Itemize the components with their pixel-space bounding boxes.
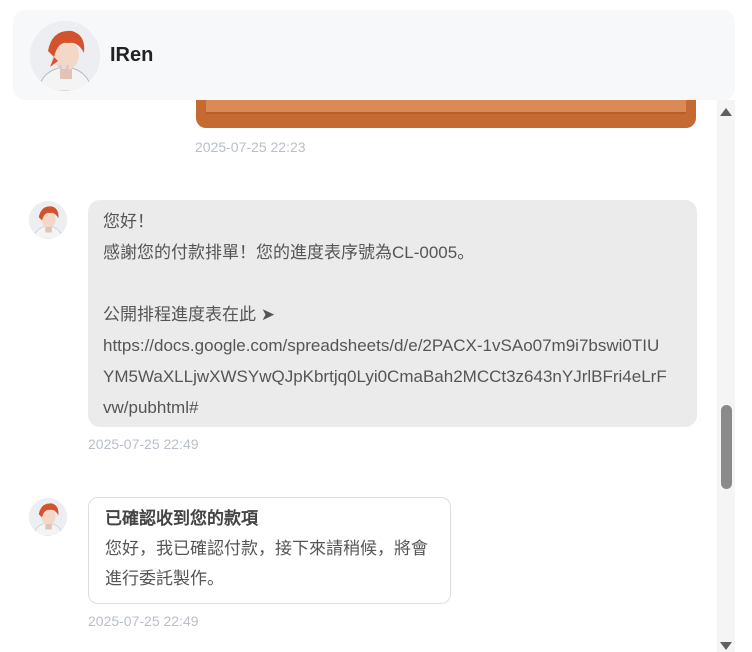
avatar[interactable] [29, 498, 67, 536]
avatar[interactable] [29, 201, 67, 239]
spreadsheet-link[interactable]: https://docs.google.com/spreadsheets/d/e… [103, 330, 667, 361]
card-title: 已確認收到您的款項 [105, 509, 258, 528]
chat-header: IRen [13, 10, 735, 100]
message-timestamp: 2025-07-25 22:49 [88, 436, 199, 452]
avatar-illustration [30, 21, 100, 91]
scrollbar[interactable] [717, 100, 735, 652]
message-line: 進行委託製作。 [105, 569, 224, 588]
message-line: 感謝您的付款排單！您的進度表序號為CL-0005。 [103, 243, 475, 262]
message-timestamp: 2025-07-25 22:23 [195, 139, 306, 155]
contact-name: IRen [110, 44, 154, 66]
payment-confirmation-card: 已確認收到您的款項 您好，我已確認付款，接下來請稍候，將會 進行委託製作。 [88, 497, 451, 604]
message-line [103, 268, 667, 299]
spreadsheet-link[interactable]: YM5WaXLLjwXWSYwQJpKbrtjq0Lyi0CmaBah2MCCt… [103, 361, 667, 392]
avatar-illustration [29, 201, 67, 239]
message-timestamp: 2025-07-25 22:49 [88, 613, 199, 629]
message-line: 您好，我已確認付款，接下來請稍候，將會 [105, 539, 428, 558]
spreadsheet-link[interactable]: vw/pubhtml# [103, 392, 667, 423]
message-bubble: 您好！ 感謝您的付款排單！您的進度表序號為CL-0005。 公開排程進度表在此 … [88, 200, 697, 427]
message-line: 您好！ [103, 212, 154, 231]
scroll-down-icon[interactable] [720, 642, 732, 650]
message-line: 公開排程進度表在此 ➤ [103, 305, 275, 324]
scroll-up-icon[interactable] [720, 108, 732, 116]
avatar-illustration [29, 498, 67, 536]
scrollbar-thumb[interactable] [721, 405, 732, 489]
avatar[interactable] [30, 21, 100, 91]
